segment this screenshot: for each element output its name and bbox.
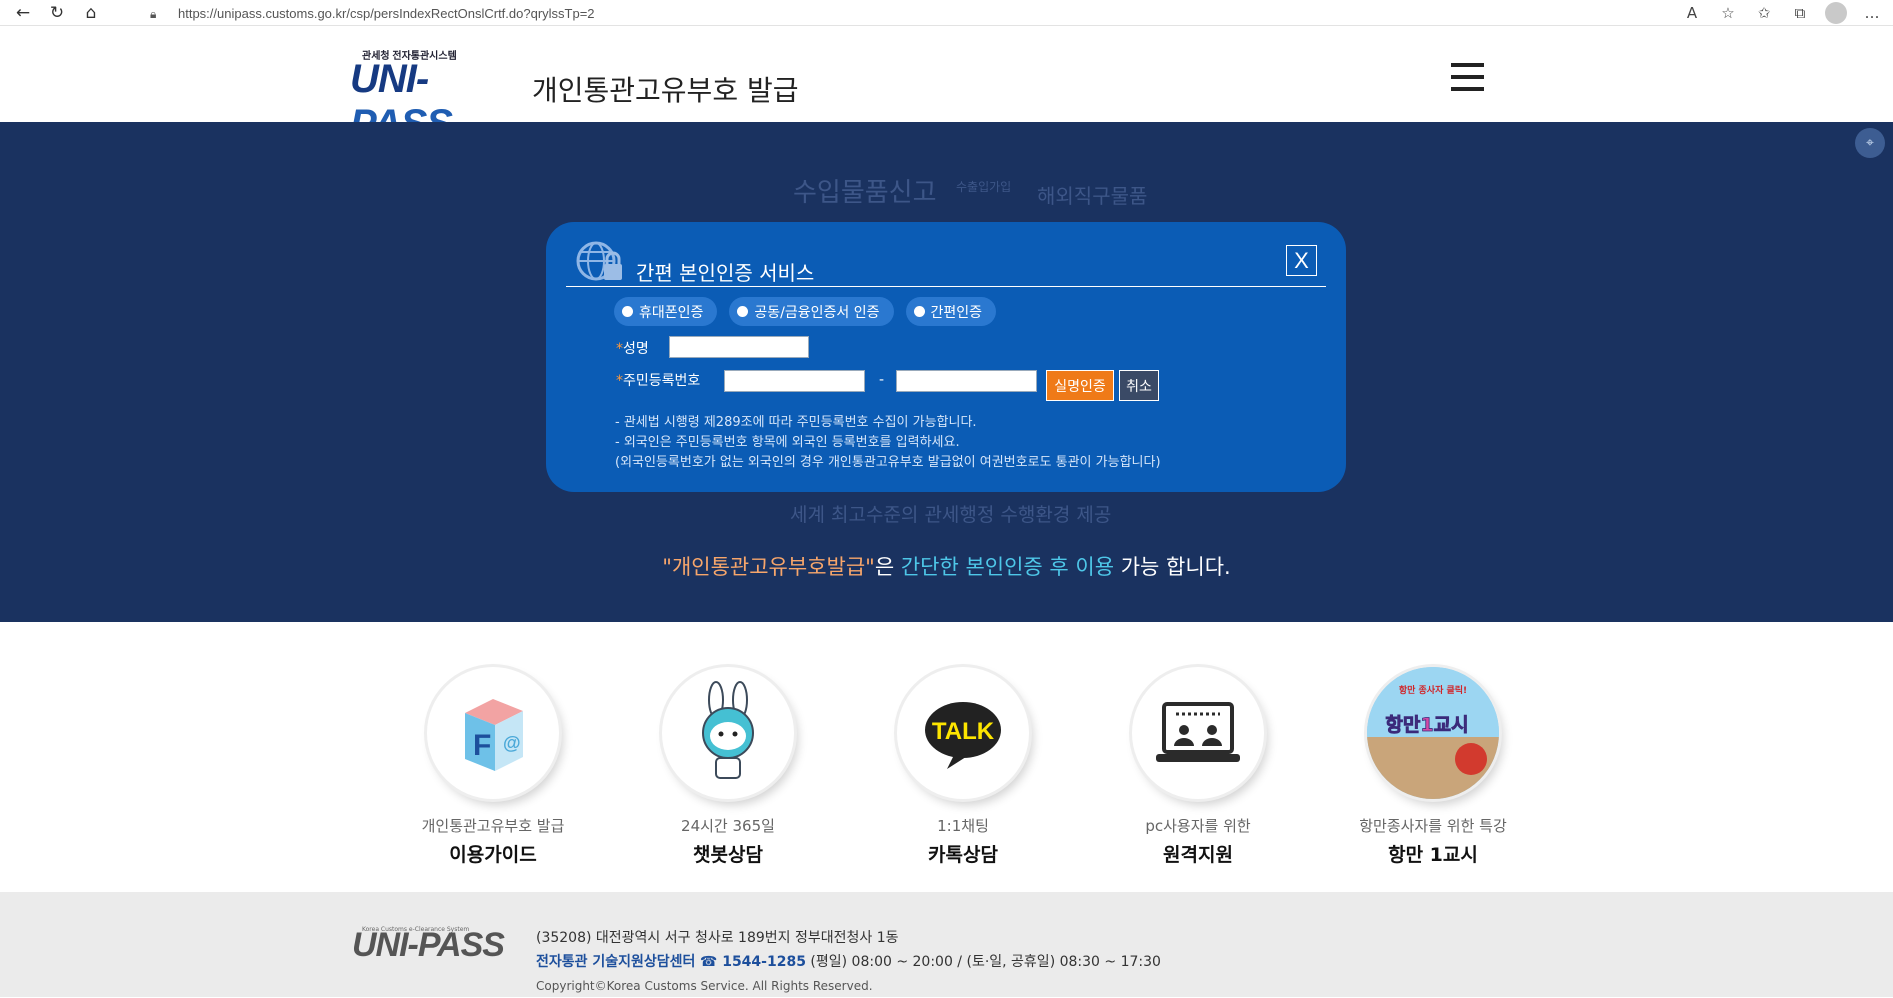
service-sub: 항만종사자를 위한 특강	[1359, 817, 1507, 835]
read-aloud-icon[interactable]: A	[1681, 2, 1703, 24]
name-input[interactable]	[669, 336, 809, 358]
hero-ghost-text: 세계 최고수준의 관세행정 수행환경 제공	[790, 504, 1112, 526]
browser-toolbar: ← ↻ ⌂ 🔒︎ https://unipass.customs.go.kr/c…	[0, 0, 1893, 26]
site-footer: Korea Customs e-Clearance System UNI-PAS…	[0, 892, 1893, 997]
address-bar[interactable]: 🔒︎ https://unipass.customs.go.kr/csp/per…	[150, 2, 595, 24]
port-lecture-icon[interactable]: 항만 종사자 클릭! 항만1교시	[1367, 667, 1499, 799]
service-kakaotalk[interactable]: TALK 1:1채팅 카톡상담	[863, 667, 1063, 867]
service-port-lecture[interactable]: 항만 종사자 클릭! 항만1교시 항만종사자를 위한 특강 항만 1교시	[1333, 667, 1533, 867]
radio-simple-auth[interactable]: 간편인증	[905, 297, 997, 326]
phone-icon: ☎ 1544-1285	[699, 954, 806, 970]
auth-method-group: 휴대폰인증 공동/금융인증서 인증 간편인증	[614, 297, 997, 326]
radio-dot-icon	[737, 306, 749, 317]
name-label: *성명	[616, 341, 649, 357]
footer-copyright: Copyright©Korea Customs Service. All Rig…	[536, 979, 873, 993]
more-icon[interactable]: …	[1861, 2, 1883, 24]
modal-title: 간편 본인인증 서비스	[636, 261, 815, 285]
service-chatbot[interactable]: 24시간 365일 챗봇상담	[628, 667, 828, 867]
page-title: 개인통관고유부호 발급	[532, 74, 799, 107]
collections-icon[interactable]: ⧉	[1789, 2, 1811, 24]
service-guide[interactable]: F @ 개인통관고유부호 발급 이용가이드	[393, 667, 593, 867]
modal-divider	[566, 286, 1326, 287]
chatbot-rabbit-icon[interactable]	[662, 667, 794, 799]
site-header: 관세청 전자통관시스템 UNI-PASS 개인통관고유부호 발급	[0, 27, 1893, 146]
svg-text:항만 종사자 클릭!: 항만 종사자 클릭!	[1399, 684, 1467, 696]
footer-logo: UNI-PASS	[352, 926, 505, 964]
svg-text:TALK: TALK	[932, 718, 995, 745]
url-text[interactable]: https://unipass.customs.go.kr/csp/persIn…	[178, 6, 595, 21]
cancel-button[interactable]: 취소	[1119, 370, 1159, 401]
service-title: 원격지원	[1163, 844, 1233, 866]
close-button[interactable]: X	[1286, 245, 1317, 276]
rrn-front-input[interactable]	[724, 370, 865, 392]
radio-dot-icon	[622, 306, 633, 317]
service-remote-support[interactable]: pc사용자를 위한 원격지원	[1098, 667, 1298, 867]
service-sub: 개인통관고유부호 발급	[421, 817, 565, 835]
svg-text:@: @	[503, 733, 521, 753]
radio-certificate-auth[interactable]: 공동/금융인증서 인증	[729, 297, 894, 326]
globe-lock-icon	[576, 240, 624, 282]
service-links: F @ 개인통관고유부호 발급 이용가이드 24시간 365일 챗봇상담 TAL…	[0, 622, 1893, 892]
svg-text:F: F	[473, 729, 491, 762]
back-icon[interactable]: ←	[12, 2, 34, 24]
unipass-logo[interactable]: 관세청 전자통관시스템 UNI-PASS	[350, 47, 520, 146]
home-icon[interactable]: ⌂	[80, 2, 102, 24]
service-title: 챗봇상담	[693, 844, 763, 866]
hero-message: "개인통관고유부호발급"은 간단한 본인인증 후 이용 가능 합니다.	[662, 555, 1231, 579]
radio-dot-icon	[913, 306, 925, 317]
menu-icon[interactable]	[1451, 63, 1484, 93]
auth-modal: 간편 본인인증 서비스 X 휴대폰인증 공동/금융인증서 인증 간편인증 *성명…	[546, 222, 1346, 492]
faq-cube-icon[interactable]: F @	[427, 667, 559, 799]
rrn-label: *주민등록번호	[616, 373, 701, 389]
verify-button[interactable]: 실명인증	[1046, 370, 1114, 401]
service-sub: 1:1채팅	[937, 817, 989, 835]
hero-ghost-text: 해외직구물품	[1037, 184, 1148, 208]
footer-support: 전자통관 기술지원상담센터 ☎ 1544-1285 (평일) 08:00 ~ 2…	[536, 954, 1161, 970]
screen-capture-icon[interactable]: ⌖	[1855, 128, 1885, 158]
footer-address: (35208) 대전광역시 서구 청사로 189번지 정부대전청사 1동	[536, 930, 899, 946]
service-sub: 24시간 365일	[681, 817, 775, 835]
service-title: 이용가이드	[449, 844, 537, 866]
profile-icon[interactable]	[1825, 2, 1847, 24]
remote-support-icon[interactable]	[1132, 667, 1264, 799]
lock-icon[interactable]: 🔒︎	[150, 7, 162, 21]
service-sub: pc사용자를 위한	[1145, 817, 1251, 835]
favorite-add-icon[interactable]: ☆	[1717, 2, 1739, 24]
service-title: 카톡상담	[928, 844, 998, 866]
service-title: 항만 1교시	[1388, 844, 1478, 866]
favorites-icon[interactable]: ✩	[1753, 2, 1775, 24]
rrn-back-input[interactable]	[896, 370, 1037, 392]
rrn-dash: -	[879, 372, 885, 388]
kakao-talk-icon[interactable]: TALK	[897, 667, 1029, 799]
hero-ghost-text: 수출입가입	[956, 180, 1012, 194]
notice-text: - 관세법 시행령 제289조에 따라 주민등록번호 수집이 가능합니다. - …	[615, 415, 1161, 470]
refresh-icon[interactable]: ↻	[46, 2, 68, 24]
footer-info: (35208) 대전광역시 서구 청사로 189번지 정부대전청사 1동 전자통…	[536, 926, 1161, 998]
svg-text:항만1교시: 항만1교시	[1385, 714, 1468, 736]
radio-phone-auth[interactable]: 휴대폰인증	[614, 297, 718, 326]
hero-ghost-text: 수입물품신고	[793, 178, 937, 208]
